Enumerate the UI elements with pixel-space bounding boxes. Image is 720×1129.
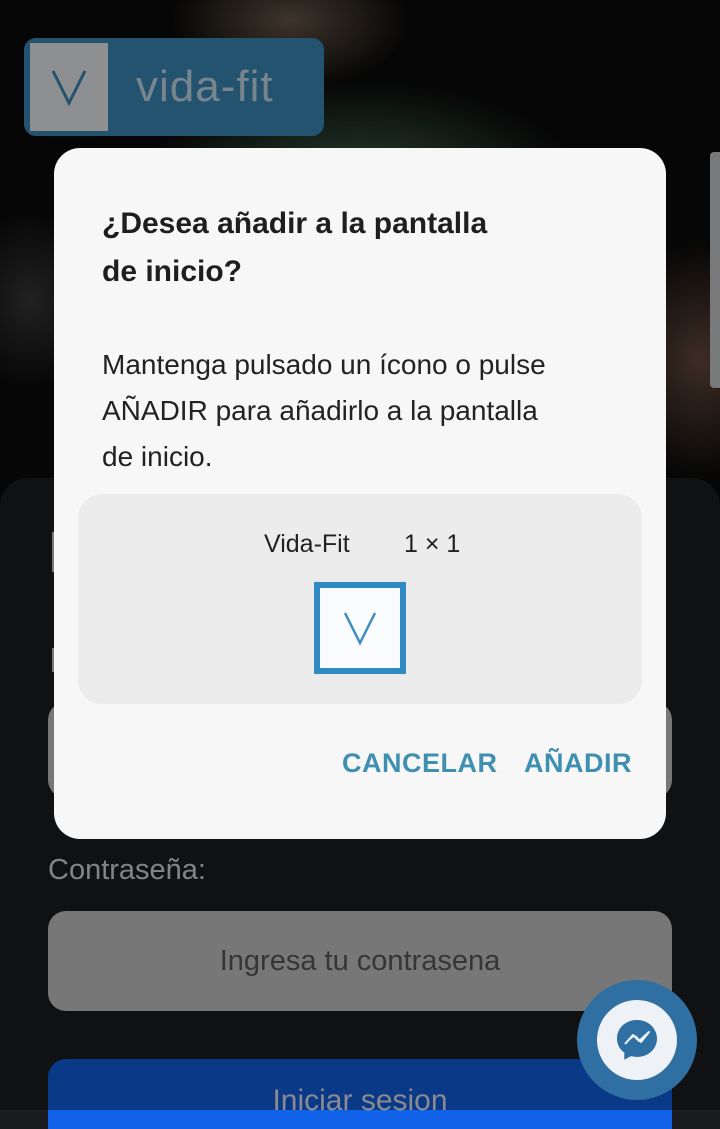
widget-size: 1 × 1 [404, 530, 461, 558]
messenger-icon [597, 1000, 677, 1080]
dialog-message: Mantenga pulsado un ícono o pulse AÑADIR… [102, 349, 546, 472]
app-shortcut-icon[interactable] [314, 582, 406, 674]
messenger-button[interactable] [577, 980, 697, 1100]
add-button[interactable]: AÑADIR [524, 748, 632, 779]
widget-preview: Vida-Fit 1 × 1 [78, 494, 642, 704]
widget-name: Vida-Fit [264, 530, 350, 558]
dialog-title: ¿Desea añadir a la pantalla de inicio? [102, 207, 488, 288]
v-logo-icon [320, 588, 400, 668]
cancel-button[interactable]: CANCELAR [342, 748, 498, 779]
add-to-home-dialog: ¿Desea añadir a la pantalla de inicio? M… [54, 148, 666, 839]
